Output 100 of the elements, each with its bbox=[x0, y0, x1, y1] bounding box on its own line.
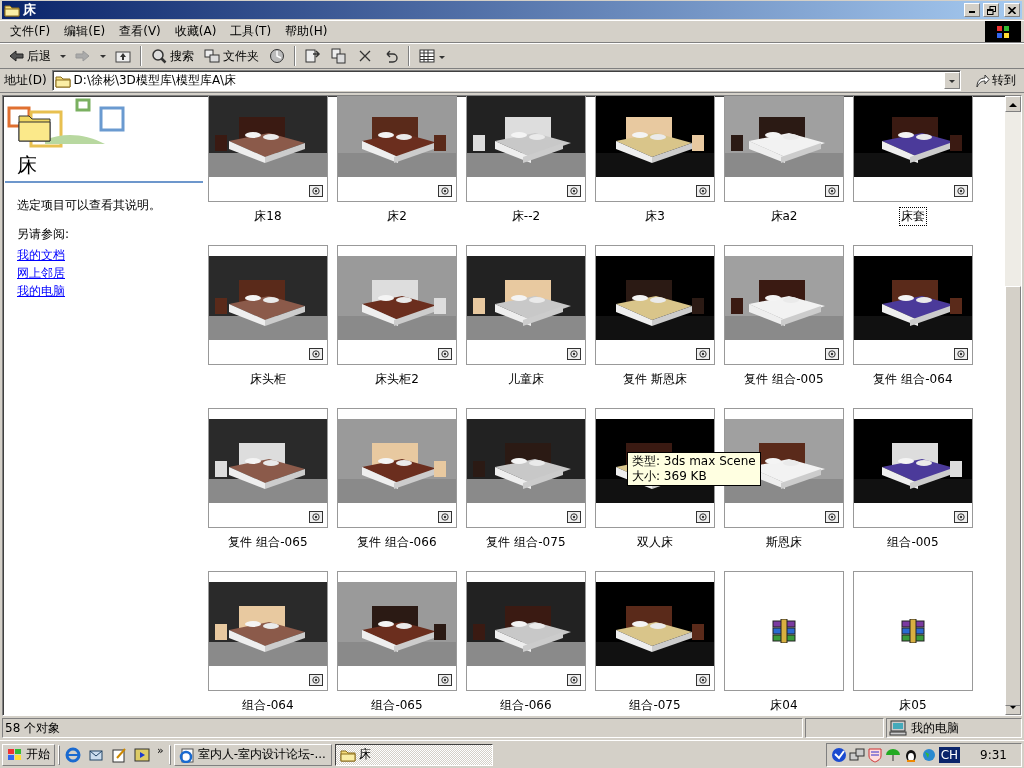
restore-icon bbox=[986, 5, 996, 15]
menu-item[interactable]: 文件(F) bbox=[3, 21, 58, 42]
task-button[interactable]: 室内人-室内设计论坛-... bbox=[173, 743, 332, 766]
browser-icon bbox=[65, 746, 81, 763]
input-method-indicator[interactable]: CH bbox=[938, 746, 961, 763]
caret-icon bbox=[438, 53, 445, 59]
grid-view-icon bbox=[419, 48, 435, 64]
menu-item[interactable]: 收藏(A) bbox=[167, 21, 224, 42]
task-button[interactable]: 床 bbox=[334, 743, 493, 766]
file-name: 床04 bbox=[769, 697, 799, 714]
file-name: 斯恩床 bbox=[765, 534, 803, 551]
notepad-icon bbox=[111, 746, 127, 763]
restore-button[interactable] bbox=[983, 3, 999, 17]
scene-icon bbox=[825, 185, 839, 197]
file-name: 床3 bbox=[644, 208, 666, 225]
file-name: 组合-065 bbox=[370, 697, 424, 714]
forward-arrow-icon bbox=[75, 48, 91, 64]
tooltip: 类型: 3ds max Scene 大小: 369 KB bbox=[627, 452, 761, 486]
menu-item[interactable]: 工具(T) bbox=[223, 21, 279, 42]
scene-icon bbox=[954, 348, 968, 360]
address-field[interactable]: D:\徐彬\3D模型库\模型库A\床 bbox=[51, 70, 961, 91]
file-name: 组合-075 bbox=[628, 697, 682, 714]
file-name: 床头柜2 bbox=[374, 371, 420, 388]
scene-icon bbox=[438, 185, 452, 197]
search-icon bbox=[151, 48, 167, 64]
back-arrow-icon bbox=[8, 48, 24, 64]
file-name: 复件 组合-005 bbox=[743, 371, 825, 388]
scene-icon bbox=[696, 511, 710, 523]
description-text: 选定项目可以查看其说明。 bbox=[17, 197, 162, 214]
file-name: 复件 组合-064 bbox=[872, 371, 954, 388]
file-name: 复件 组合-075 bbox=[485, 534, 567, 551]
globe-icon bbox=[920, 746, 937, 763]
window-title: 床 bbox=[23, 1, 37, 19]
dropdown-button[interactable] bbox=[944, 72, 960, 89]
menu-item[interactable]: 查看(V) bbox=[112, 21, 168, 42]
scene-icon bbox=[309, 185, 323, 197]
link[interactable]: 网上邻居 bbox=[17, 264, 65, 282]
see-also-label: 另请参阅: bbox=[17, 226, 71, 243]
menu-item[interactable]: 帮助(H) bbox=[278, 21, 335, 42]
scene-icon bbox=[696, 185, 710, 197]
back-button[interactable]: 后退 bbox=[4, 45, 55, 67]
folders-button[interactable]: 文件夹 bbox=[200, 45, 263, 67]
thumbnail[interactable] bbox=[853, 571, 973, 691]
file-name: 床18 bbox=[253, 208, 283, 225]
scene-icon bbox=[567, 348, 581, 360]
search-button[interactable]: 搜索 bbox=[147, 45, 198, 67]
thumbnail[interactable] bbox=[724, 571, 844, 691]
file-name: 床2 bbox=[386, 208, 408, 225]
scene-icon bbox=[438, 674, 452, 686]
file-name: 双人床 bbox=[636, 534, 674, 551]
start-button[interactable]: 开始 bbox=[2, 743, 55, 766]
file-name: 床--2 bbox=[510, 208, 542, 225]
file-name: 床05 bbox=[898, 697, 928, 714]
scene-icon bbox=[567, 674, 581, 686]
caret-icon bbox=[948, 78, 956, 83]
menu-item[interactable]: 编辑(E) bbox=[57, 21, 113, 42]
caret-icon bbox=[59, 53, 67, 59]
file-name: 组合-064 bbox=[241, 697, 295, 714]
go-arrow-icon bbox=[974, 72, 990, 89]
badge-icon bbox=[866, 746, 883, 763]
folder-title: 床 bbox=[17, 152, 38, 179]
copy-to-icon bbox=[331, 48, 347, 64]
scene-icon bbox=[438, 511, 452, 523]
file-name: 床a2 bbox=[769, 208, 799, 225]
move-to-icon bbox=[305, 48, 321, 64]
folders-icon bbox=[204, 48, 220, 64]
close-button[interactable] bbox=[1004, 3, 1020, 17]
scene-icon bbox=[309, 511, 323, 523]
close-icon bbox=[1008, 6, 1016, 14]
scene-icon bbox=[567, 185, 581, 197]
chevron-button[interactable]: » bbox=[155, 743, 166, 766]
windows-flag-icon bbox=[7, 747, 23, 762]
archive-books-icon bbox=[900, 619, 926, 643]
file-name: 复件 组合-065 bbox=[227, 534, 309, 551]
browser-page-icon bbox=[178, 746, 195, 763]
file-name: 儿童床 bbox=[507, 371, 545, 388]
link[interactable]: 我的电脑 bbox=[17, 282, 65, 300]
minimize-icon bbox=[969, 11, 975, 13]
zone-panel: 我的电脑 bbox=[886, 718, 1022, 738]
scene-icon bbox=[825, 348, 839, 360]
scene-icon bbox=[696, 674, 710, 686]
clock: 9:31 bbox=[980, 747, 1007, 762]
umbrella-icon bbox=[884, 746, 901, 763]
computer-icon bbox=[889, 720, 907, 736]
file-name: 复件 斯恩床 bbox=[622, 371, 688, 388]
link[interactable]: 我的文档 bbox=[17, 246, 65, 264]
scrollbar[interactable] bbox=[1005, 96, 1021, 715]
go-button[interactable]: 转到 bbox=[964, 72, 1020, 89]
scene-icon bbox=[309, 348, 323, 360]
archive-books-icon bbox=[771, 619, 797, 643]
flag-icon bbox=[996, 24, 1010, 39]
status-text: 58 个对象 bbox=[2, 718, 803, 738]
scene-icon bbox=[567, 511, 581, 523]
folder-up-icon bbox=[115, 48, 131, 64]
file-name: 组合-005 bbox=[886, 534, 940, 551]
file-name: 复件 组合-066 bbox=[356, 534, 438, 551]
minimize-button[interactable] bbox=[964, 3, 980, 17]
network-icon bbox=[848, 746, 865, 763]
file-name: 床头柜 bbox=[249, 371, 287, 388]
media-player-icon bbox=[134, 746, 150, 763]
